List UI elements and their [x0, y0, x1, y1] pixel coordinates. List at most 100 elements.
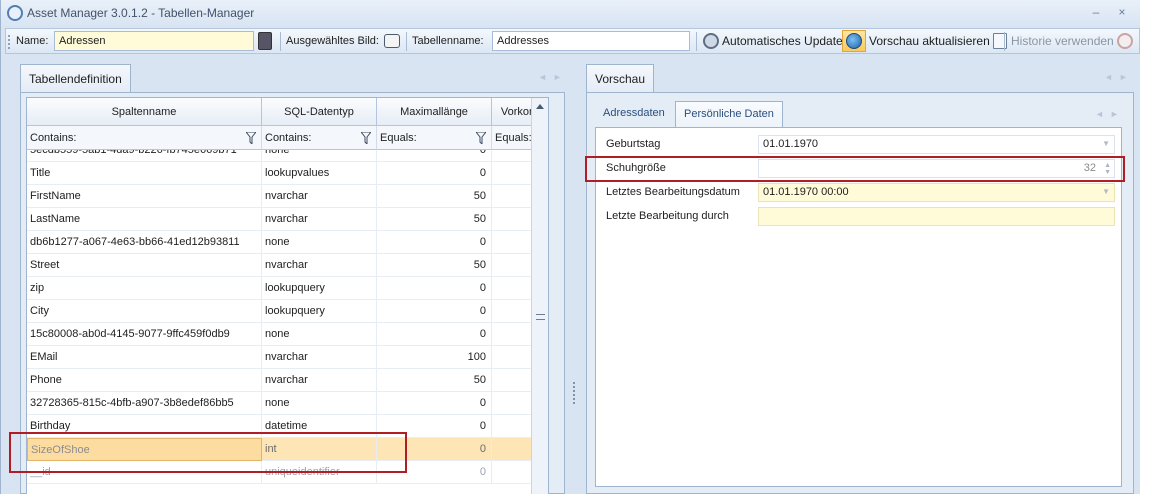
cell-max-length[interactable]: 0	[377, 277, 492, 300]
subtab-scroll-arrows[interactable]: ◄►	[1095, 109, 1125, 119]
window-title: Asset Manager 3.0.1.2 - Tabellen-Manager	[27, 6, 255, 20]
preview-toggle-button[interactable]	[842, 30, 866, 52]
cell-sql-type[interactable]: lookupquery	[262, 300, 377, 323]
cell-max-length[interactable]: 50	[377, 254, 492, 277]
cell-sql-type[interactable]: none	[262, 150, 377, 162]
last-edit-date-field[interactable]: 01.01.1970 00:00 ▼	[758, 183, 1115, 202]
minimize-button[interactable]: –	[1086, 3, 1106, 21]
tab-scroll-arrows[interactable]: ◄►	[538, 72, 568, 82]
birthday-field[interactable]: 01.01.1970 ▼	[758, 135, 1115, 154]
search-icon[interactable]	[258, 32, 272, 53]
cell-column-name[interactable]: 32728365-815c-4bfb-a907-3b8edef86bb5	[27, 392, 262, 415]
cell-sql-type[interactable]: none	[262, 392, 377, 415]
cell-column-name[interactable]: City	[27, 300, 262, 323]
cell-max-length[interactable]: 0	[377, 323, 492, 346]
col-header-sql-type[interactable]: SQL-Datentyp	[262, 98, 377, 126]
cell-max-length[interactable]: 0	[377, 162, 492, 185]
table-row[interactable]: LastName nvarchar 50	[27, 208, 548, 231]
close-button[interactable]: ×	[1112, 3, 1132, 21]
refresh-preview-label: Vorschau aktualisieren	[869, 34, 990, 48]
dropdown-arrow-icon[interactable]: ▼	[1102, 139, 1110, 148]
cell-column-name[interactable]: LastName	[27, 208, 262, 231]
table-row[interactable]: EMail nvarchar 100	[27, 346, 548, 369]
table-row[interactable]: 15c80008-ab0d-4145-9077-9ffc459f0db9 none…	[27, 323, 548, 346]
last-edit-date-value: 01.01.1970 00:00	[763, 186, 849, 198]
table-row[interactable]: 5ecdb559-5ab1-4da9-b226-fb745e669b71 none…	[27, 150, 548, 162]
name-field[interactable]	[54, 31, 254, 51]
cell-sql-type[interactable]: none	[262, 323, 377, 346]
history-button[interactable]: Historie verwenden	[1008, 30, 1136, 52]
filter-cell[interactable]: Contains:	[262, 126, 377, 150]
col-header-max-length[interactable]: Maximallänge	[377, 98, 492, 126]
cell-column-name[interactable]: Street	[27, 254, 262, 277]
filter-icon[interactable]	[361, 132, 371, 144]
tab-preview[interactable]: Vorschau	[586, 64, 655, 92]
toolbar: Name: Ausgewähltes Bild: Tabellenname: A…	[5, 28, 1140, 54]
cell-sql-type[interactable]: nvarchar	[262, 369, 377, 392]
table-row[interactable]: City lookupquery 0	[27, 300, 548, 323]
table-row[interactable]: FirstName nvarchar 50	[27, 185, 548, 208]
cell-sql-type[interactable]: nvarchar	[262, 254, 377, 277]
toolbar-separator	[1004, 32, 1005, 51]
toolbar-grip[interactable]	[8, 35, 11, 49]
dropdown-arrow-icon[interactable]: ▼	[1102, 187, 1110, 196]
cell-max-length[interactable]: 50	[377, 369, 492, 392]
name-label: Name:	[16, 35, 49, 47]
birthday-value: 01.01.1970	[763, 138, 819, 150]
tab-scroll-arrows[interactable]: ◄►	[1104, 72, 1134, 82]
cell-sql-type[interactable]: lookupvalues	[262, 162, 377, 185]
table-row[interactable]: 32728365-815c-4bfb-a907-3b8edef86bb5 none…	[27, 392, 548, 415]
filter-icon[interactable]	[476, 132, 486, 144]
cell-column-name[interactable]: Phone	[27, 369, 262, 392]
auto-update-button[interactable]: Automatisches Update	[700, 30, 846, 52]
cell-max-length[interactable]: 50	[377, 208, 492, 231]
table-row[interactable]: Phone nvarchar 50	[27, 369, 548, 392]
cell-sql-type[interactable]: nvarchar	[262, 346, 377, 369]
cell-sql-type[interactable]: nvarchar	[262, 208, 377, 231]
filter-icon[interactable]	[246, 132, 256, 144]
table-row[interactable]: Title lookupvalues 0	[27, 162, 548, 185]
col-header-column-name[interactable]: Spaltenname	[27, 98, 262, 126]
cell-column-name[interactable]: FirstName	[27, 185, 262, 208]
cell-column-name[interactable]: db6b1277-a067-4e63-bb66-41ed12b93811	[27, 231, 262, 254]
app-window: Asset Manager 3.0.1.2 - Tabellen-Manager…	[0, 0, 1140, 494]
last-edited-by-field[interactable]	[758, 207, 1115, 226]
vertical-scrollbar[interactable]	[531, 98, 548, 494]
cell-column-name[interactable]: 15c80008-ab0d-4145-9077-9ffc459f0db9	[27, 323, 262, 346]
cell-max-length[interactable]: 100	[377, 346, 492, 369]
filter-cell[interactable]: Contains:	[27, 126, 262, 150]
cell-max-length[interactable]: 50	[377, 185, 492, 208]
title-bar: Asset Manager 3.0.1.2 - Tabellen-Manager…	[1, 0, 1140, 26]
cell-sql-type[interactable]: lookupquery	[262, 277, 377, 300]
book-icon[interactable]	[384, 34, 400, 51]
table-row[interactable]: Street nvarchar 50	[27, 254, 548, 277]
cell-max-length[interactable]: 0	[377, 392, 492, 415]
tab-address-data[interactable]: Adressdaten	[595, 101, 673, 127]
panel-splitter[interactable]	[573, 382, 579, 404]
scroll-thumb-grip[interactable]	[536, 314, 545, 320]
history-icon	[1116, 33, 1133, 49]
cell-column-name[interactable]: Title	[27, 162, 262, 185]
tab-table-definition[interactable]: Tabellendefinition	[20, 64, 131, 92]
cell-max-length[interactable]: 0	[377, 231, 492, 254]
refresh-preview-button[interactable]: Vorschau aktualisieren	[866, 30, 1010, 52]
filter-operator: Equals:	[495, 132, 532, 144]
table-row[interactable]: db6b1277-a067-4e63-bb66-41ed12b93811 none…	[27, 231, 548, 254]
cell-sql-type[interactable]: none	[262, 231, 377, 254]
highlight-box-grid-row	[9, 432, 407, 473]
cell-column-name[interactable]: EMail	[27, 346, 262, 369]
cell-column-name[interactable]: zip	[27, 277, 262, 300]
history-label: Historie verwenden	[1011, 34, 1114, 48]
table-row[interactable]: zip lookupquery 0	[27, 277, 548, 300]
filter-cell[interactable]: Equals:	[377, 126, 492, 150]
scroll-up-icon[interactable]	[536, 104, 544, 109]
table-name-field[interactable]	[492, 31, 690, 51]
toolbar-separator	[406, 32, 407, 51]
cell-sql-type[interactable]: nvarchar	[262, 185, 377, 208]
cell-max-length[interactable]: 0	[377, 150, 492, 162]
tab-personal-data[interactable]: Persönliche Daten	[675, 101, 783, 127]
cell-max-length[interactable]: 0	[377, 300, 492, 323]
gear-icon	[703, 33, 719, 49]
cell-column-name[interactable]: 5ecdb559-5ab1-4da9-b226-fb745e669b71	[27, 150, 262, 162]
birthday-label: Geburtstag	[606, 138, 661, 150]
